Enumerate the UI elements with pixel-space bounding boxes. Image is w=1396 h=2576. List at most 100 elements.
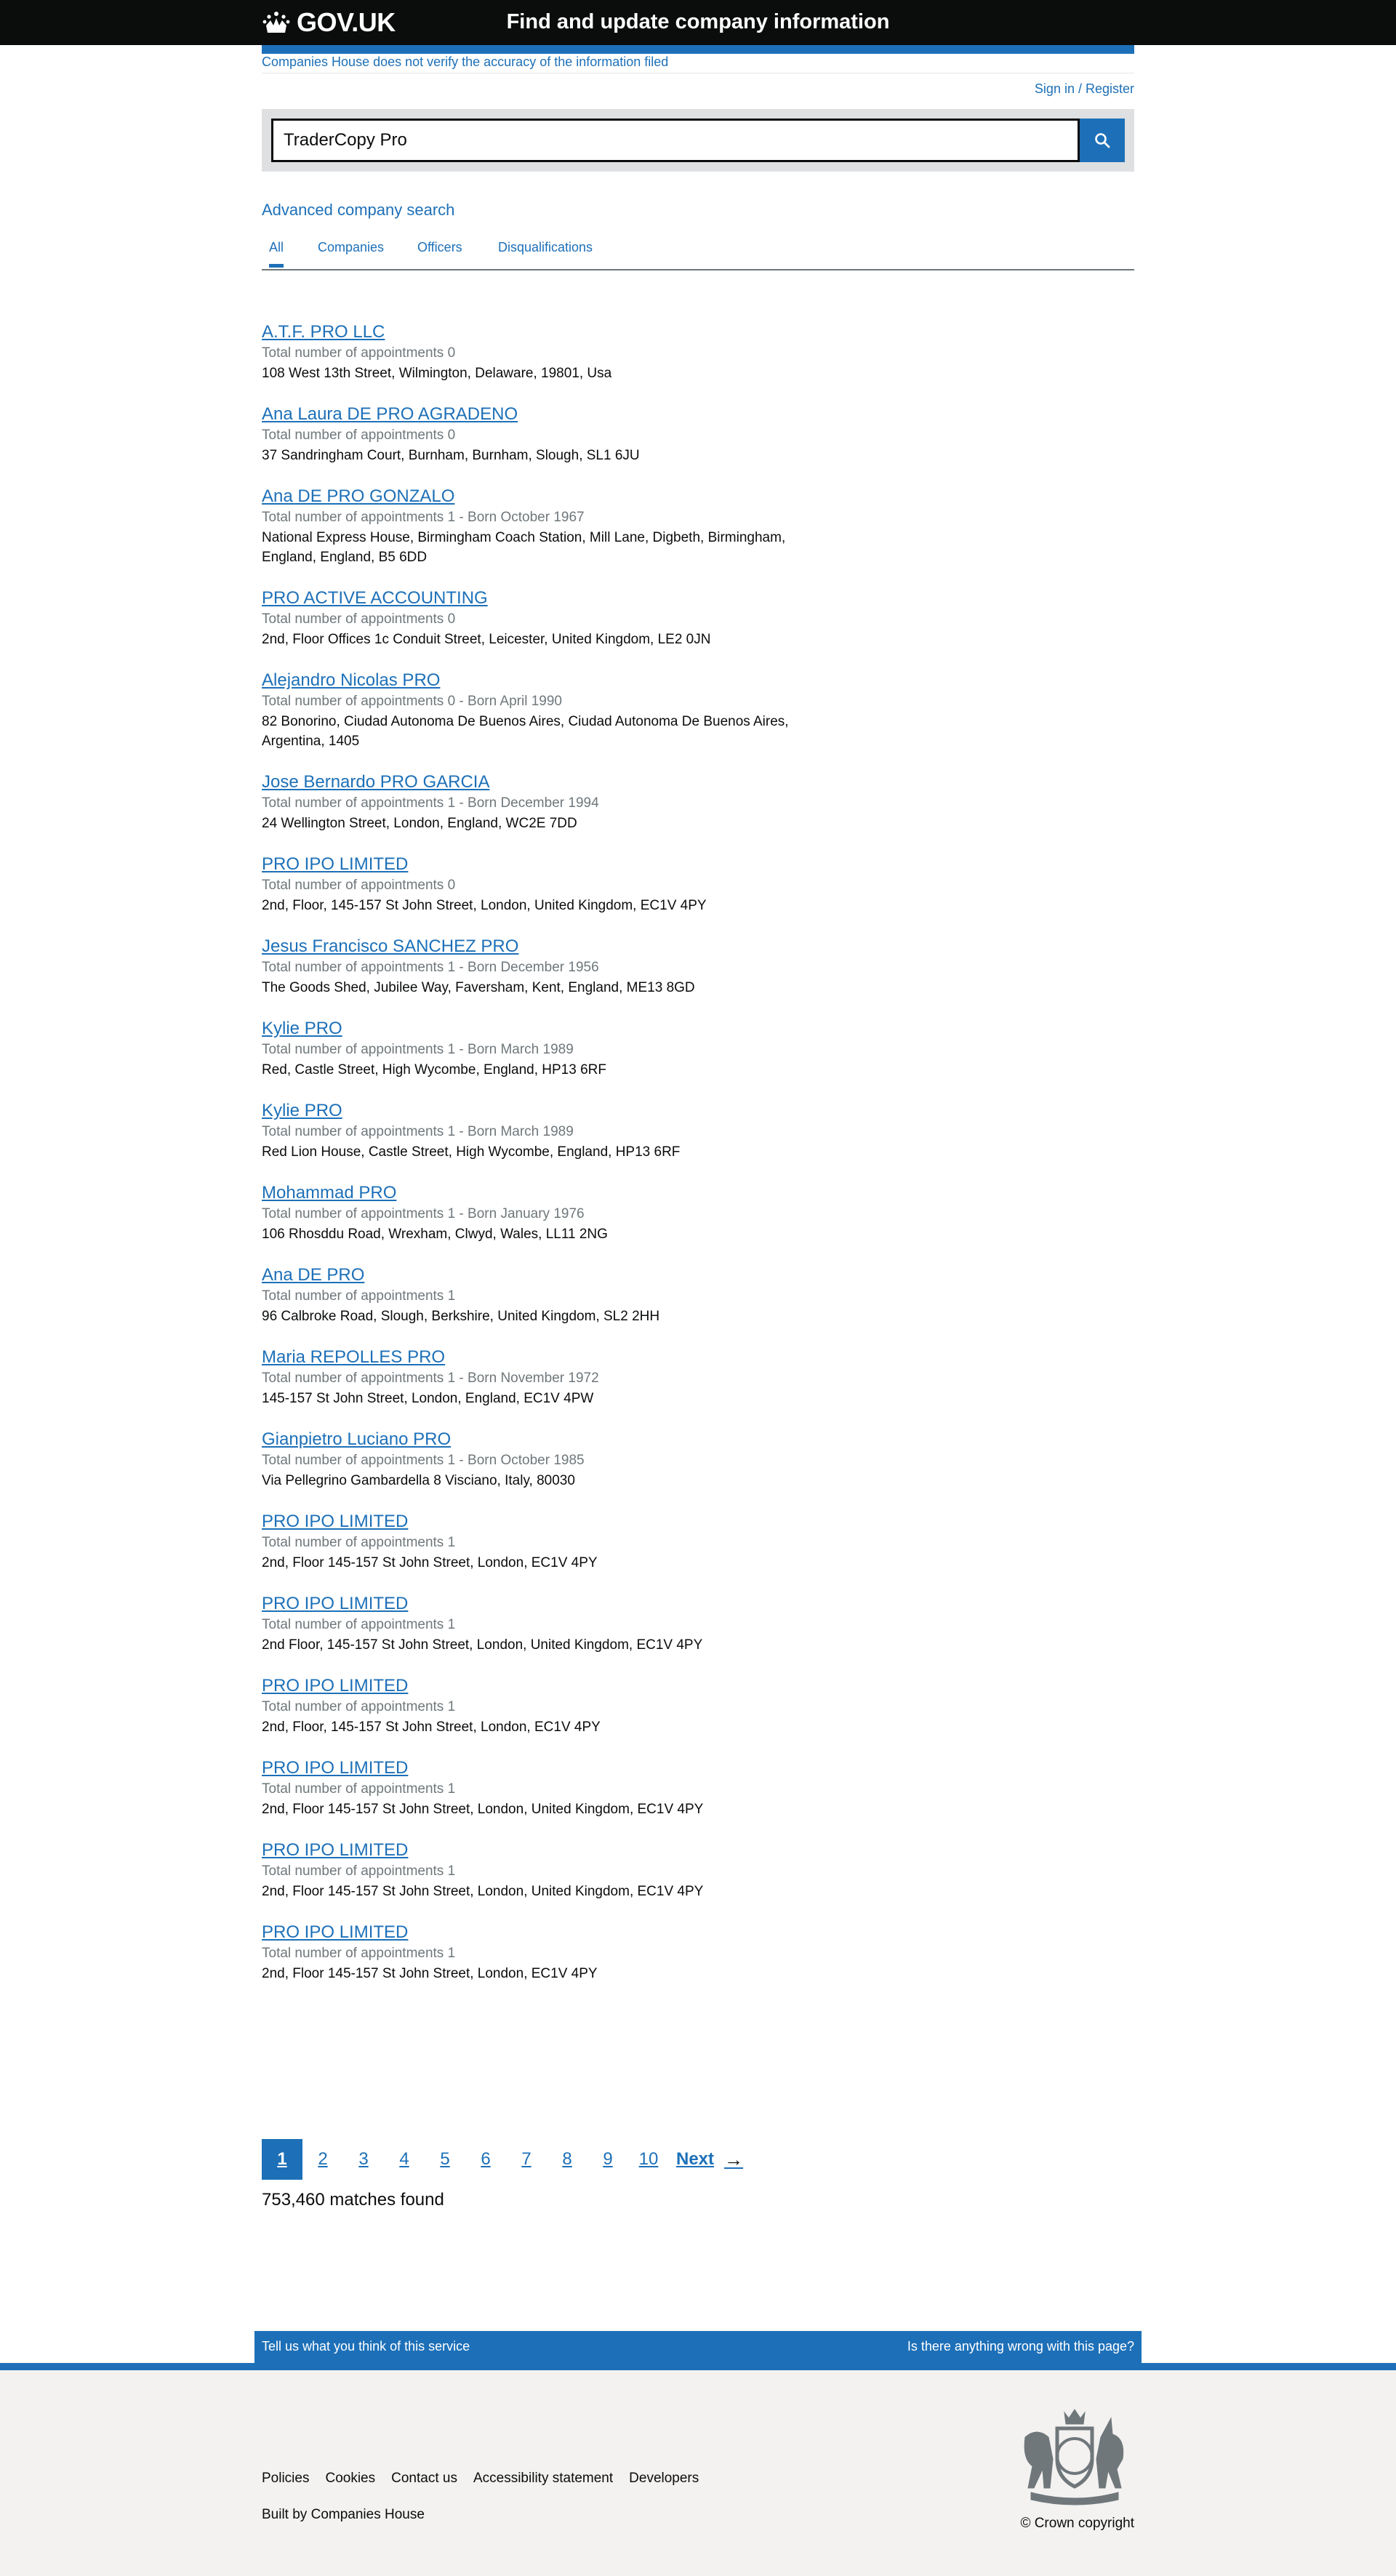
tab-officers[interactable]: Officers (417, 240, 462, 265)
result-meta: Total number of appointments 1 (262, 1699, 456, 1714)
result-meta: Total number of appointments 1 (262, 1617, 456, 1632)
result-title-link[interactable]: PRO ACTIVE ACCOUNTING (262, 587, 488, 609)
disclaimer-link[interactable]: Companies House does not verify the accu… (262, 55, 668, 69)
search-result-item: PRO IPO LIMITED Total number of appointme… (262, 1757, 1134, 1819)
result-address: The Goods Shed, Jubilee Way, Faversham, … (262, 980, 695, 995)
result-address: 37 Sandringham Court, Burnham, Burnham, … (262, 448, 640, 463)
search-icon (1095, 133, 1110, 148)
tab-companies[interactable]: Companies (318, 240, 384, 265)
result-title-link[interactable]: Alejandro Nicolas PRO (262, 670, 440, 691)
footer-link-policies[interactable]: Policies (262, 2471, 309, 2487)
result-title-link[interactable]: Ana Laura DE PRO AGRADENO (262, 404, 518, 425)
result-address: Red, Castle Street, High Wycombe, Englan… (262, 1062, 606, 1078)
results-list: A.T.F. PRO LLC Total number of appointmen… (262, 321, 1134, 2004)
result-address: 2nd, Floor 145-157 St John Street, Londo… (262, 1555, 598, 1570)
search-input[interactable]: TraderCopy Pro (271, 119, 1080, 162)
result-meta: Total number of appointments 0 (262, 611, 456, 627)
tab-all[interactable]: All (269, 240, 284, 268)
page-link-3[interactable]: 3 (343, 2139, 384, 2180)
disclaimer: Companies House does not verify the accu… (262, 55, 668, 70)
page-link-1[interactable]: 1 (262, 2139, 302, 2180)
crown-copyright-link[interactable]: © Crown copyright (1020, 2516, 1134, 2531)
result-title-link[interactable]: A.T.F. PRO LLC (262, 321, 385, 343)
signin-link[interactable]: Sign in / Register (1035, 81, 1134, 96)
result-title-link[interactable]: Ana DE PRO GONZALO (262, 486, 454, 507)
result-address: 96 Calbroke Road, Slough, Berkshire, Uni… (262, 1309, 660, 1324)
result-address: 2nd Floor, 145-157 St John Street, Londo… (262, 1637, 703, 1653)
result-address: Red Lion House, Castle Street, High Wyco… (262, 1144, 681, 1160)
result-title-link[interactable]: PRO IPO LIMITED (262, 1593, 408, 1615)
result-address: 2nd, Floor, 145-157 St John Street, Lond… (262, 1720, 601, 1735)
search-result-item: Ana DE PRO Total number of appointments 1… (262, 1264, 1134, 1326)
result-title-link[interactable]: Gianpietro Luciano PRO (262, 1429, 451, 1450)
result-title-link[interactable]: Jesus Francisco SANCHEZ PRO (262, 936, 518, 958)
site-header: GOV.UK Find and update company informati… (0, 0, 1396, 45)
page-link-4[interactable]: 4 (384, 2139, 425, 2180)
result-title-link[interactable]: Maria REPOLLES PRO (262, 1347, 445, 1368)
site-footer: Policies Cookies Contact us Accessibility s… (0, 2370, 1396, 2576)
copyright: © Crown copyright (1020, 2516, 1134, 2532)
result-title-link[interactable]: PRO IPO LIMITED (262, 1757, 408, 1779)
report-problem-link[interactable]: Is there anything wrong with this page? (907, 2339, 1134, 2354)
result-address: Via Pellegrino Gambardella 8 Visciano, I… (262, 1473, 575, 1488)
result-title-link[interactable]: Kylie PRO (262, 1018, 342, 1040)
page-link-10[interactable]: 10 (628, 2139, 669, 2180)
result-title-link[interactable]: Kylie PRO (262, 1100, 342, 1122)
result-meta: Total number of appointments 1 - Born De… (262, 795, 599, 811)
advanced-search: Advanced company search (262, 201, 454, 220)
pagination: 1 2 3 4 5 6 7 8 9 10 Next → (262, 2139, 743, 2180)
result-address: 2nd, Floor 145-157 St John Street, Londo… (262, 1884, 704, 1899)
page-link-7[interactable]: 7 (506, 2139, 547, 2180)
result-title-link[interactable]: PRO IPO LIMITED (262, 854, 408, 875)
footer-link-developers[interactable]: Developers (629, 2471, 699, 2487)
service-name[interactable]: Find and update company information (0, 10, 1396, 34)
result-meta: Total number of appointments 1 (262, 1946, 456, 1961)
footer-link-cookies[interactable]: Cookies (325, 2471, 375, 2487)
arrow-right-icon: → (724, 2148, 744, 2170)
result-address: 2nd, Floor 145-157 St John Street, Londo… (262, 1966, 598, 1981)
feedback-link[interactable]: Tell us what you think of this service (262, 2339, 470, 2354)
signin: Sign in / Register (1035, 81, 1134, 97)
next-label: Next (676, 2149, 715, 2169)
result-address: 82 Bonorino, Ciudad Autonoma De Buenos A… (262, 714, 789, 749)
result-meta: Total number of appointments 1 - Born De… (262, 960, 599, 975)
search-result-item: PRO ACTIVE ACCOUNTING Total number of app… (262, 587, 1134, 649)
feedback-bar: Tell us what you think of this service I… (254, 2331, 1142, 2363)
search-button[interactable] (1080, 119, 1125, 162)
advanced-search-link[interactable]: Advanced company search (262, 201, 454, 219)
result-meta: Total number of appointments 1 - Born Oc… (262, 510, 585, 525)
search-result-item: Gianpietro Luciano PRO Total number of ap… (262, 1429, 1134, 1490)
search-result-item: Maria REPOLLES PRO Total number of appoin… (262, 1347, 1134, 1408)
search-result-item: Kylie PRO Total number of appointments 1 … (262, 1018, 1134, 1080)
next-page-link[interactable]: Next → (676, 2148, 743, 2171)
result-title-link[interactable]: PRO IPO LIMITED (262, 1922, 408, 1943)
result-title-link[interactable]: Ana DE PRO (262, 1264, 364, 1286)
search-result-item: Kylie PRO Total number of appointments 1 … (262, 1100, 1134, 1162)
footer-link-contact-us[interactable]: Contact us (391, 2471, 457, 2487)
result-title-link[interactable]: Jose Bernardo PRO GARCIA (262, 771, 489, 793)
page-link-8[interactable]: 8 (547, 2139, 587, 2180)
result-address: 2nd, Floor Offices 1c Conduit Street, Le… (262, 632, 711, 647)
search-result-item: PRO IPO LIMITED Total number of appointme… (262, 1593, 1134, 1655)
search-result-item: PRO IPO LIMITED Total number of appointme… (262, 1839, 1134, 1901)
built-by-link[interactable]: Companies House (311, 2507, 425, 2522)
search-result-item: PRO IPO LIMITED Total number of appointme… (262, 1675, 1134, 1737)
page-link-5[interactable]: 5 (425, 2139, 465, 2180)
matches-count: 753,460 matches found (262, 2190, 444, 2210)
tab-disqualifications[interactable]: Disqualifications (498, 240, 593, 265)
result-title-link[interactable]: Mohammad PRO (262, 1182, 396, 1204)
page-link-6[interactable]: 6 (465, 2139, 506, 2180)
result-address: National Express House, Birmingham Coach… (262, 530, 786, 565)
footer-link-accessibility-statement[interactable]: Accessibility statement (473, 2471, 613, 2487)
search-result-item: PRO IPO LIMITED Total number of appointme… (262, 1922, 1134, 1983)
page-link-9[interactable]: 9 (587, 2139, 628, 2180)
page-link-2[interactable]: 2 (302, 2139, 343, 2180)
result-title-link[interactable]: PRO IPO LIMITED (262, 1675, 408, 1697)
result-meta: Total number of appointments 1 - Born Ma… (262, 1124, 574, 1139)
result-meta: Total number of appointments 0 - Born Ap… (262, 694, 562, 709)
result-address: 106 Rhosddu Road, Wrexham, Clwyd, Wales,… (262, 1227, 608, 1242)
search-result-item: PRO IPO LIMITED Total number of appointme… (262, 1511, 1134, 1573)
header-blue-bar (262, 45, 1134, 54)
result-title-link[interactable]: PRO IPO LIMITED (262, 1511, 408, 1533)
result-title-link[interactable]: PRO IPO LIMITED (262, 1839, 408, 1861)
